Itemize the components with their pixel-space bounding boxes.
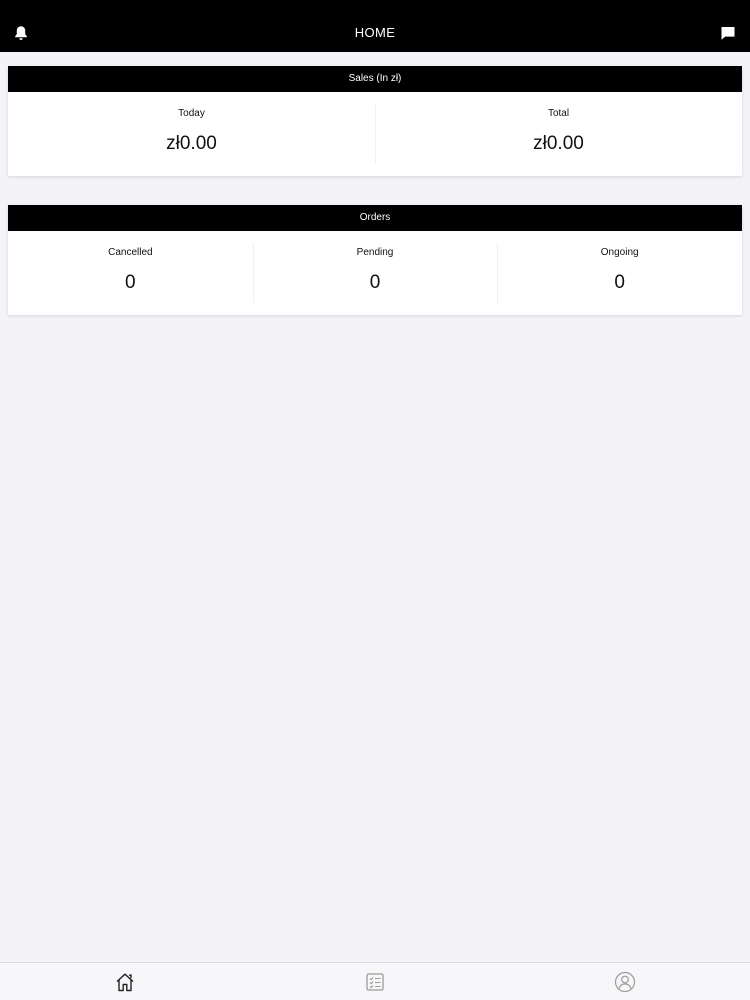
checklist-icon: [366, 972, 384, 991]
sales-card-title: Sales (In zł): [8, 66, 742, 92]
bottom-nav: [0, 962, 750, 1000]
sales-total: Total zł0.00: [375, 92, 742, 176]
orders-ongoing-label: Ongoing: [600, 247, 639, 258]
sales-today: Today zł0.00: [8, 92, 375, 176]
sales-total-value: zł0.00: [533, 133, 584, 154]
orders-pending-label: Pending: [356, 247, 394, 258]
orders-card: Orders Cancelled 0 Pending 0 Ongoing 0: [8, 205, 742, 315]
sales-card: Sales (In zł) Today zł0.00 Total zł0.00: [8, 66, 742, 176]
chat-icon: [721, 26, 735, 40]
nav-item-orders[interactable]: [250, 963, 500, 1000]
sales-total-label: Total: [547, 108, 570, 119]
home-screen: HOME Sales (In zł) Today zł0.00 Total zł…: [0, 0, 750, 1000]
orders-cancelled: Cancelled 0: [8, 231, 253, 315]
sales-today-value: zł0.00: [166, 133, 217, 154]
orders-card-title: Orders: [8, 205, 742, 231]
messages-button[interactable]: [719, 24, 737, 42]
profile-icon: [614, 971, 636, 992]
top-bar: HOME: [0, 0, 750, 52]
orders-ongoing-value: 0: [614, 272, 625, 293]
orders-cancelled-value: 0: [125, 272, 136, 293]
orders-pending-value: 0: [369, 272, 381, 293]
orders-ongoing: Ongoing 0: [497, 231, 742, 315]
orders-cancelled-label: Cancelled: [108, 247, 153, 258]
page-title: HOME: [354, 25, 396, 40]
sales-today-label: Today: [178, 108, 205, 119]
orders-pending: Pending 0: [252, 231, 498, 315]
nav-item-home[interactable]: [0, 963, 250, 1000]
nav-item-profile[interactable]: [500, 963, 750, 1000]
home-icon: [116, 973, 134, 991]
